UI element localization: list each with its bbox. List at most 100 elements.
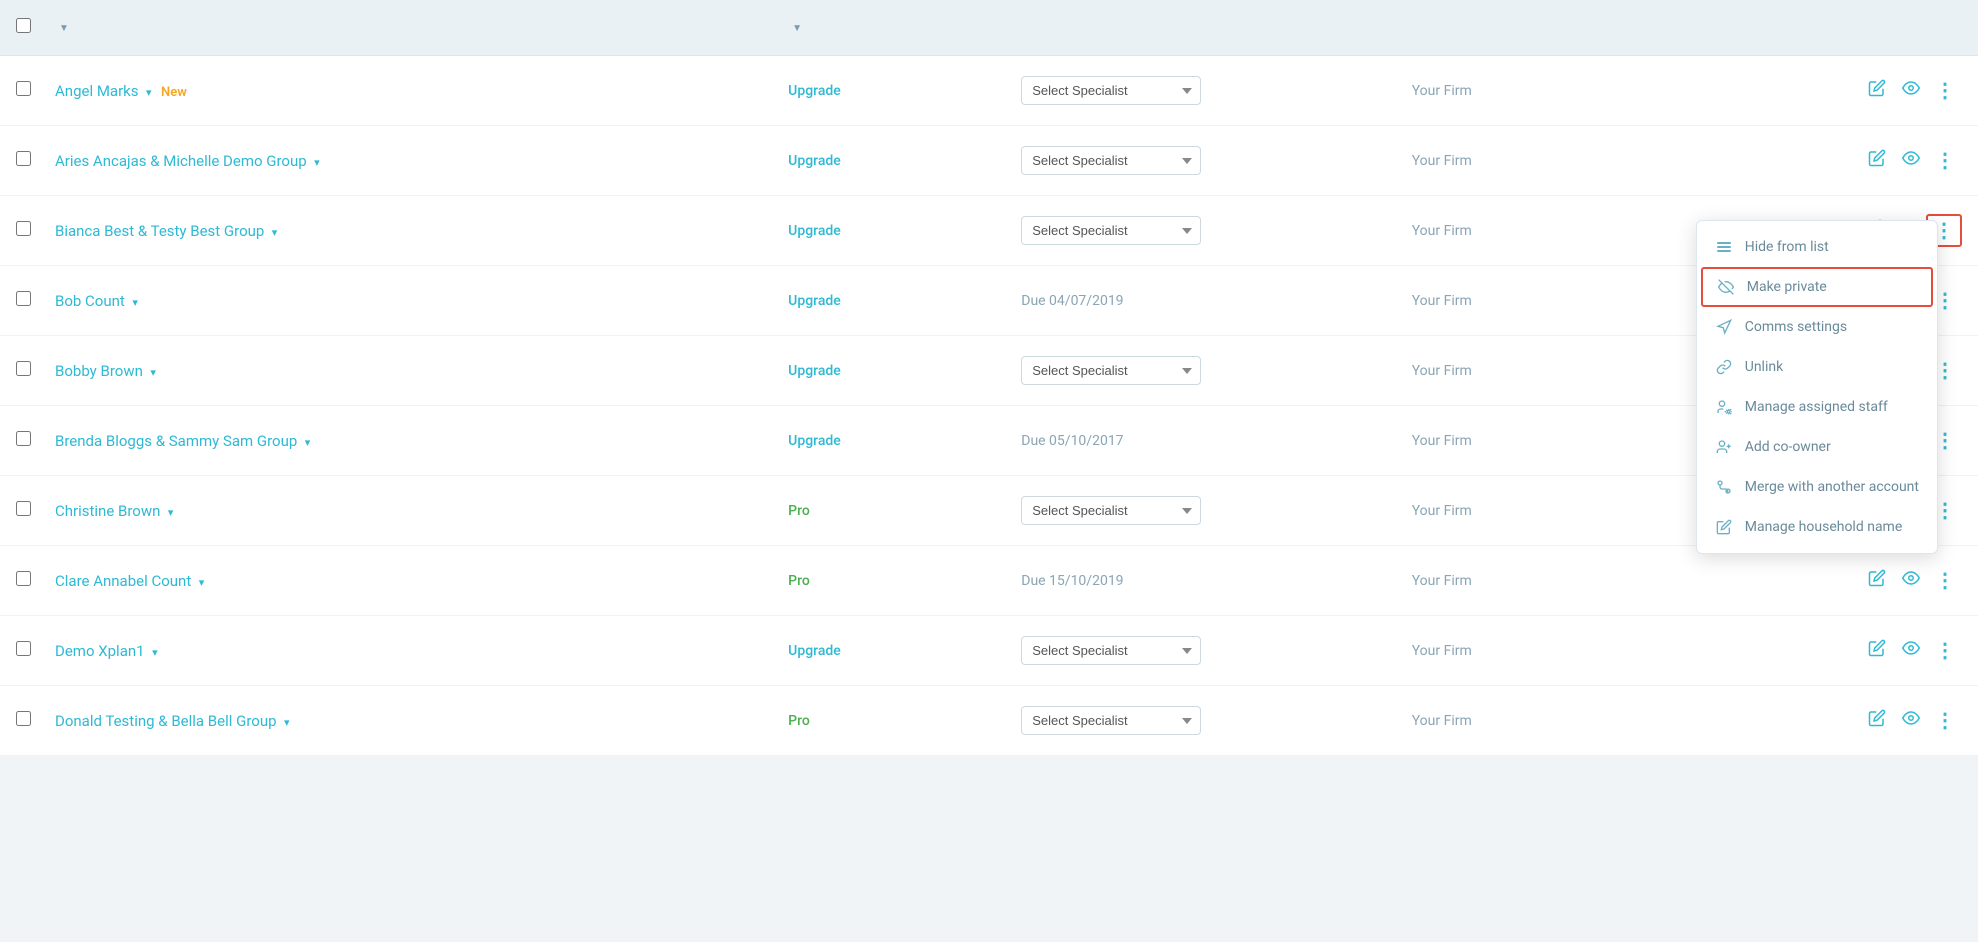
row-checkbox[interactable] [16,711,31,726]
menu-item-staff[interactable]: Manage assigned staff [1697,387,1937,427]
staff-cell: Your Firm [1396,616,1686,686]
review-cell: Due 15/10/2019 [1005,546,1395,616]
view-button[interactable] [1896,565,1926,591]
row-checkbox-cell [0,196,39,266]
menu-item-household[interactable]: Manage household name [1697,507,1937,547]
menu-icon-unlink [1715,358,1733,376]
plan-label: Pro [788,573,810,589]
client-dropdown-arrow[interactable]: ▾ [150,366,156,379]
more-actions-button[interactable]: ⋮ [1929,144,1962,177]
client-name-link[interactable]: Bob Count [55,292,125,310]
client-dropdown-arrow[interactable]: ▾ [284,716,290,729]
row-checkbox[interactable] [16,571,31,586]
plan-label: Upgrade [788,223,841,239]
plan-cell: Upgrade [772,56,1005,126]
staff-cell: Your Firm [1396,266,1686,336]
table-row: Aries Ancajas & Michelle Demo Group ▾ Up… [0,126,1978,196]
review-cell: Select Specialist [1005,56,1395,126]
edit-button[interactable] [1862,75,1892,101]
view-button[interactable] [1896,635,1926,661]
menu-item-unlink[interactable]: Unlink [1697,347,1937,387]
client-name-link[interactable]: Angel Marks [55,82,139,100]
row-checkbox[interactable] [16,291,31,306]
client-name-cell: Clare Annabel Count ▾ [39,546,772,616]
specialist-select[interactable]: Select Specialist [1021,146,1201,175]
row-checkbox[interactable] [16,431,31,446]
client-dropdown-arrow[interactable]: ▾ [132,296,138,309]
menu-label-staff: Manage assigned staff [1745,399,1888,415]
menu-icon-household [1715,518,1733,536]
review-cell: Select Specialist [1005,476,1395,546]
client-name-link[interactable]: Donald Testing & Bella Bell Group [55,712,277,730]
client-name-link[interactable]: Demo Xplan1 [55,642,145,660]
specialist-select[interactable]: Select Specialist [1021,706,1201,735]
edit-button[interactable] [1862,635,1892,661]
row-checkbox[interactable] [16,501,31,516]
client-name-link[interactable]: Christine Brown [55,502,160,520]
col-header-plan[interactable]: ▼ [772,0,1005,56]
review-cell: Select Specialist [1005,336,1395,406]
plan-cell: Pro [772,476,1005,546]
row-checkbox[interactable] [16,151,31,166]
plan-cell: Upgrade [772,196,1005,266]
edit-button[interactable] [1862,565,1892,591]
table-row: Christine Brown ▾ Pro Select Specialist … [0,476,1978,546]
specialist-select[interactable]: Select Specialist [1021,216,1201,245]
client-name-link[interactable]: Aries Ancajas & Michelle Demo Group [55,152,307,170]
client-name-cell: Bobby Brown ▾ [39,336,772,406]
client-name-link[interactable]: Brenda Bloggs & Sammy Sam Group [55,432,297,450]
select-all-checkbox[interactable] [16,18,31,33]
menu-item-coowner[interactable]: Add co-owner [1697,427,1937,467]
edit-button[interactable] [1862,145,1892,171]
more-actions-button[interactable]: ⋮ [1929,704,1962,737]
client-dropdown-arrow[interactable]: ▾ [314,156,320,169]
review-cell: Due 04/07/2019 [1005,266,1395,336]
specialist-select[interactable]: Select Specialist [1021,636,1201,665]
row-checkbox[interactable] [16,641,31,656]
col-header-name[interactable]: ▼ [39,0,772,56]
view-button[interactable] [1896,705,1926,731]
menu-item-hide[interactable]: Hide from list [1697,227,1937,267]
plan-label: Upgrade [788,433,841,449]
menu-label-coowner: Add co-owner [1745,439,1831,455]
menu-item-private[interactable]: Make private [1701,267,1933,307]
client-dropdown-arrow[interactable]: ▾ [168,506,174,519]
client-name-link[interactable]: Bobby Brown [55,362,143,380]
review-cell: Due 05/10/2017 [1005,406,1395,476]
staff-name: Your Firm [1412,713,1472,729]
specialist-select[interactable]: Select Specialist [1021,496,1201,525]
review-cell: Select Specialist [1005,686,1395,756]
view-button[interactable] [1896,145,1926,171]
menu-icon-coowner [1715,438,1733,456]
view-button[interactable] [1896,75,1926,101]
client-dropdown-arrow[interactable]: ▾ [146,86,152,99]
review-date: Due 05/10/2017 [1021,433,1123,449]
client-name-link[interactable]: Clare Annabel Count [55,572,191,590]
row-checkbox[interactable] [16,361,31,376]
review-date: Due 04/07/2019 [1021,293,1123,309]
row-checkbox-cell [0,266,39,336]
col-header-staff [1396,0,1686,56]
client-dropdown-arrow[interactable]: ▾ [305,436,311,449]
staff-cell: Your Firm [1396,546,1686,616]
plan-cell: Upgrade [772,406,1005,476]
client-dropdown-arrow[interactable]: ▾ [152,646,158,659]
more-actions-button[interactable]: ⋮ [1929,564,1962,597]
row-checkbox[interactable] [16,81,31,96]
client-dropdown-arrow[interactable]: ▾ [199,576,205,589]
staff-name: Your Firm [1412,643,1472,659]
menu-item-merge[interactable]: Merge with another account [1697,467,1937,507]
menu-item-comms[interactable]: Comms settings [1697,307,1937,347]
more-actions-button[interactable]: ⋮ [1929,634,1962,667]
specialist-select[interactable]: Select Specialist [1021,76,1201,105]
review-cell: Select Specialist [1005,616,1395,686]
client-name-link[interactable]: Bianca Best & Testy Best Group [55,222,264,240]
staff-cell: Your Firm [1396,686,1686,756]
client-dropdown-arrow[interactable]: ▾ [272,226,278,239]
staff-cell: Your Firm [1396,196,1686,266]
edit-button[interactable] [1862,705,1892,731]
client-name-cell: Bob Count ▾ [39,266,772,336]
specialist-select[interactable]: Select Specialist [1021,356,1201,385]
more-actions-button[interactable]: ⋮ [1929,74,1962,107]
row-checkbox[interactable] [16,221,31,236]
